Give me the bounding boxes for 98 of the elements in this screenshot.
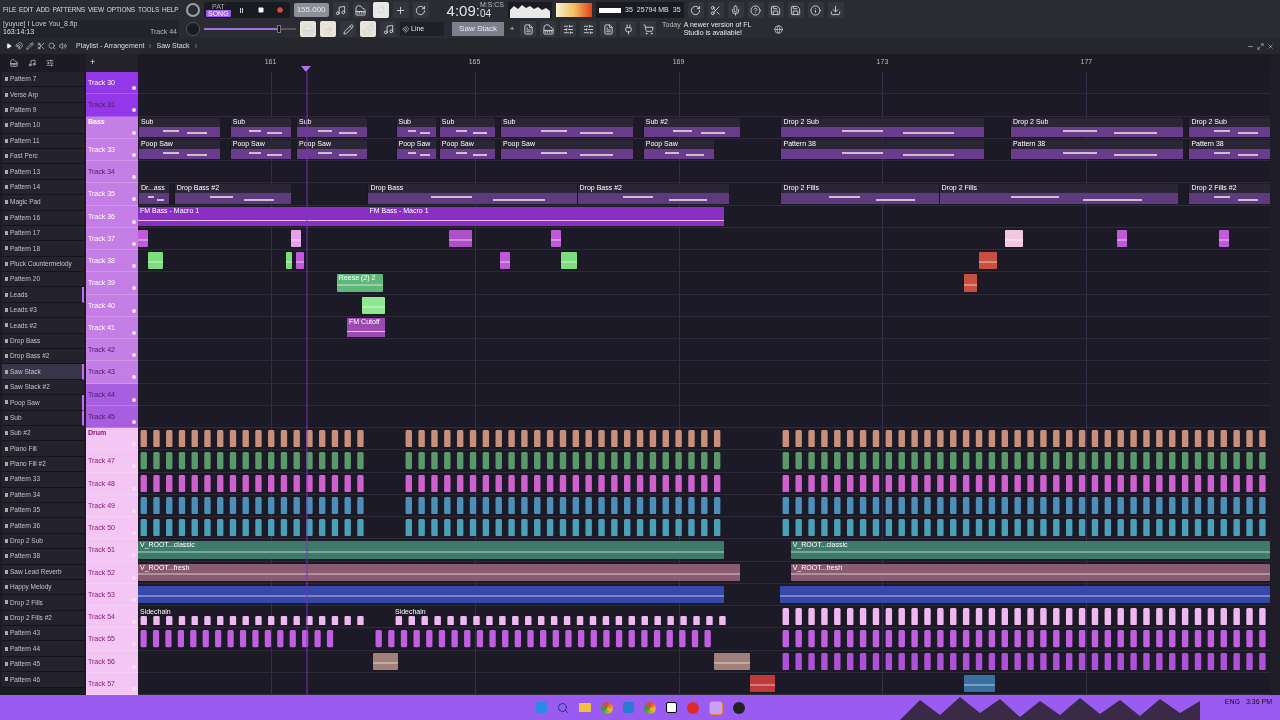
play-icon xyxy=(6,43,12,49)
save-button[interactable] xyxy=(767,2,784,18)
audio-clip[interactable] xyxy=(138,229,149,247)
magnet-icon xyxy=(402,25,409,33)
automation-icon xyxy=(46,59,54,67)
plugin-button[interactable] xyxy=(620,21,636,37)
song-time-centiseconds: 04 xyxy=(479,8,492,19)
loop-icon xyxy=(415,4,427,16)
add-pattern-button[interactable]: + xyxy=(508,23,516,35)
scissors-icon xyxy=(710,4,722,16)
save-icon xyxy=(790,4,802,16)
save-icon xyxy=(770,4,782,16)
shop-button[interactable] xyxy=(640,21,656,37)
audio-clip[interactable] xyxy=(749,674,776,692)
slider-thumb[interactable] xyxy=(277,25,282,33)
help-icon xyxy=(750,4,762,16)
audio-clip[interactable] xyxy=(296,252,304,270)
master-volume-knob[interactable] xyxy=(186,3,200,17)
stop-icon xyxy=(257,7,264,13)
chevron-icon xyxy=(147,43,154,49)
playlist-button[interactable] xyxy=(520,21,536,37)
browser-icon[interactable] xyxy=(600,701,613,714)
keyboard-icon xyxy=(355,4,367,16)
plug-icon xyxy=(622,23,634,35)
start-icon[interactable] xyxy=(535,702,547,713)
close-icon xyxy=(1267,42,1274,50)
audio-clip[interactable] xyxy=(148,252,164,270)
audio-clip[interactable] xyxy=(290,229,302,247)
audio-clip[interactable] xyxy=(1219,229,1230,247)
info-button[interactable] xyxy=(807,2,824,18)
export-button[interactable] xyxy=(787,2,804,18)
audio-clip[interactable] xyxy=(449,229,472,247)
search-icon xyxy=(556,701,569,714)
audio-clip[interactable] xyxy=(285,252,292,270)
pencil-icon xyxy=(342,23,354,35)
audio-clip[interactable] xyxy=(1117,229,1128,247)
playlist-icon xyxy=(522,23,534,35)
piano-roll-icon xyxy=(542,23,554,35)
song-time: 4:09: xyxy=(446,3,480,19)
maximize-icon xyxy=(1257,42,1264,50)
peak-meter xyxy=(556,3,593,17)
pause-icon xyxy=(240,7,244,13)
metronome-button[interactable] xyxy=(332,2,349,18)
download-button[interactable] xyxy=(827,2,844,18)
audio-clip[interactable] xyxy=(964,274,977,292)
audio-clip[interactable] xyxy=(551,229,562,247)
loop-record-button[interactable] xyxy=(412,2,429,18)
recorder-app-icon[interactable] xyxy=(732,701,745,714)
scissors-icon xyxy=(37,42,45,50)
search-icon xyxy=(48,42,56,50)
speaker-icon xyxy=(59,42,67,50)
mixer-icon xyxy=(582,23,594,35)
browser-button[interactable] xyxy=(600,21,616,37)
channel-rack-icon xyxy=(562,23,574,35)
audio-clip[interactable] xyxy=(714,652,750,670)
channel-rack-button[interactable] xyxy=(560,21,576,37)
audio-clip[interactable] xyxy=(1004,229,1023,247)
mixer-button[interactable] xyxy=(580,21,596,37)
countdown-button[interactable] xyxy=(372,2,389,18)
record-icon xyxy=(276,7,283,13)
pencil-tool-button[interactable] xyxy=(340,21,356,37)
undo-icon xyxy=(690,4,702,16)
piano-icon xyxy=(10,59,18,67)
cpu-meter xyxy=(599,7,622,13)
info-icon xyxy=(810,4,822,16)
notes-app-icon[interactable] xyxy=(665,702,677,713)
cart-icon xyxy=(642,23,654,35)
add-track-button[interactable]: + xyxy=(90,56,96,70)
piano-roll-button[interactable] xyxy=(540,21,556,37)
link-icon xyxy=(362,23,374,35)
audio-clip[interactable] xyxy=(500,252,511,270)
audio-icon xyxy=(28,59,36,67)
audio-clip[interactable] xyxy=(372,652,399,670)
wait-button[interactable] xyxy=(352,2,369,18)
chevron-icon xyxy=(192,43,199,49)
audio-clip[interactable] xyxy=(964,674,995,692)
audio-clip[interactable] xyxy=(780,585,1270,603)
plus-icon xyxy=(395,4,407,16)
browser-icon xyxy=(602,23,614,35)
arrow-icon xyxy=(322,23,334,35)
magnet-icon xyxy=(15,42,23,50)
browser-icon[interactable] xyxy=(643,701,656,714)
audio-clip[interactable] xyxy=(138,585,725,603)
waveform-monitor xyxy=(508,2,553,18)
keyboard-icon xyxy=(302,23,314,35)
help-button[interactable] xyxy=(747,2,764,18)
pattern-selector[interactable]: Saw Stack xyxy=(452,22,504,36)
download-icon xyxy=(830,4,842,16)
cut-button[interactable] xyxy=(707,2,724,18)
mic-button[interactable] xyxy=(727,2,744,18)
pencil-icon xyxy=(26,42,34,50)
globe-icon xyxy=(773,24,783,34)
microphone-icon xyxy=(730,4,742,16)
audio-clip[interactable] xyxy=(561,252,577,270)
audio-clip[interactable] xyxy=(979,252,998,270)
audio-clip[interactable] xyxy=(362,296,386,314)
undo-button[interactable] xyxy=(687,2,704,18)
step-button[interactable] xyxy=(392,2,409,18)
